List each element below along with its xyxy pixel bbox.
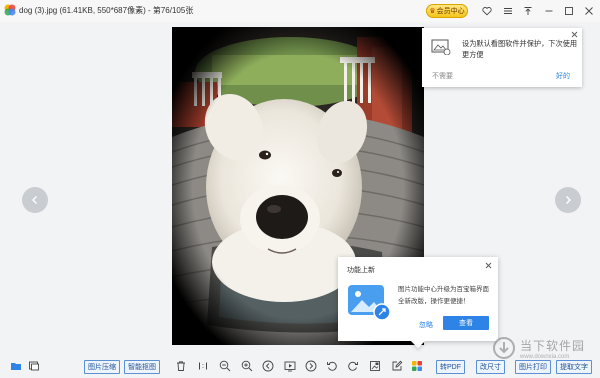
maximize-icon [565, 7, 573, 15]
gallery-rocket-icon [348, 285, 391, 321]
window-title: dog (3).jpg (61.41KB, 550*687像素) - 第76/1… [19, 6, 194, 15]
close-icon [585, 7, 593, 15]
compress-button[interactable]: 图片压缩 [84, 360, 120, 374]
rotate-right-icon [347, 361, 358, 371]
close-button[interactable] [581, 3, 597, 19]
one-to-one-icon [198, 362, 207, 369]
smart-cutout-button[interactable]: 智能抠图 [124, 360, 160, 374]
trash-icon [176, 360, 185, 371]
folder-icon [10, 362, 21, 370]
apps-grid-icon [411, 360, 422, 371]
zoom-out-button[interactable] [218, 359, 231, 372]
favorite-button[interactable] [479, 3, 495, 19]
pencil-square-icon [392, 360, 402, 370]
rotate-right-button[interactable] [346, 359, 359, 372]
vip-label: 会员中心 [436, 8, 465, 15]
ignore-link[interactable]: 忽略 [419, 320, 433, 330]
popup-tail [410, 333, 426, 349]
chevron-right-icon [566, 196, 571, 204]
pin-top-icon [524, 7, 532, 15]
zoom-in-icon [241, 360, 252, 371]
feature-message: 图片功能中心升级为百宝箱界面全新改版，操作更便捷！ [398, 286, 489, 305]
rotate-left-icon [326, 361, 337, 371]
delete-button[interactable] [174, 359, 187, 372]
menu-button[interactable] [500, 3, 516, 19]
rotate-left-button[interactable] [325, 359, 338, 372]
confirm-link[interactable]: 好的 [556, 71, 570, 81]
vip-center-button[interactable]: ♛ 会员中心 [426, 4, 468, 18]
default-viewer-popup: 设为默认看图软件并保护，下次使用更方便 不需要 好的 [422, 28, 582, 87]
slideshow-button[interactable] [283, 359, 296, 372]
crown-icon: ♛ [429, 8, 436, 15]
zoom-in-button[interactable] [240, 359, 253, 372]
zoom-out-icon [219, 360, 230, 371]
thumbnails-button[interactable] [27, 359, 40, 372]
downxia-logo-icon [493, 337, 515, 359]
chevron-left-icon [32, 196, 37, 204]
dismiss-link[interactable]: 不需要 [432, 71, 453, 81]
default-viewer-message: 设为默认看图软件并保护，下次使用更方便 [462, 39, 578, 59]
close-icon[interactable] [485, 262, 492, 269]
app-logo-icon [4, 4, 16, 16]
slideshow-icon [284, 361, 295, 371]
actual-size-button[interactable] [196, 359, 209, 372]
open-folder-button[interactable] [9, 359, 22, 372]
hamburger-icon [504, 8, 512, 14]
image-edit-icon [369, 360, 380, 371]
minimize-icon [545, 10, 553, 12]
next-image-button[interactable] [555, 187, 581, 213]
minimize-button[interactable] [541, 3, 557, 19]
previous-button[interactable] [261, 359, 274, 372]
watermark-url: www.downxia.com [520, 353, 570, 360]
picture-shield-icon [431, 39, 451, 55]
previous-image-button[interactable] [22, 187, 48, 213]
maximize-button[interactable] [561, 3, 577, 19]
pin-button[interactable] [520, 3, 536, 19]
to-pdf-button[interactable]: 转PDF [436, 360, 465, 374]
thumbnails-icon [28, 361, 39, 370]
circle-left-icon [262, 360, 273, 371]
site-watermark: 当下软件园 www.downxia.com [492, 333, 592, 363]
watermark-name: 当下软件园 [520, 338, 586, 353]
edit-button[interactable] [390, 359, 403, 372]
next-button[interactable] [304, 359, 317, 372]
close-icon[interactable] [571, 31, 578, 38]
view-button[interactable]: 查看 [443, 316, 489, 330]
toolbox-button[interactable] [410, 359, 423, 372]
feature-heading: 功能上新 [347, 267, 375, 274]
crop-button[interactable] [368, 359, 381, 372]
circle-right-icon [305, 360, 316, 371]
title-bar: dog (3).jpg (61.41KB, 550*687像素) - 第76/1… [0, 0, 600, 22]
heart-icon [482, 7, 492, 16]
feature-update-popup: 功能上新 图片功能中心升级为百宝箱界面全新改版，操作更便捷！ 忽略 查看 [338, 257, 498, 349]
